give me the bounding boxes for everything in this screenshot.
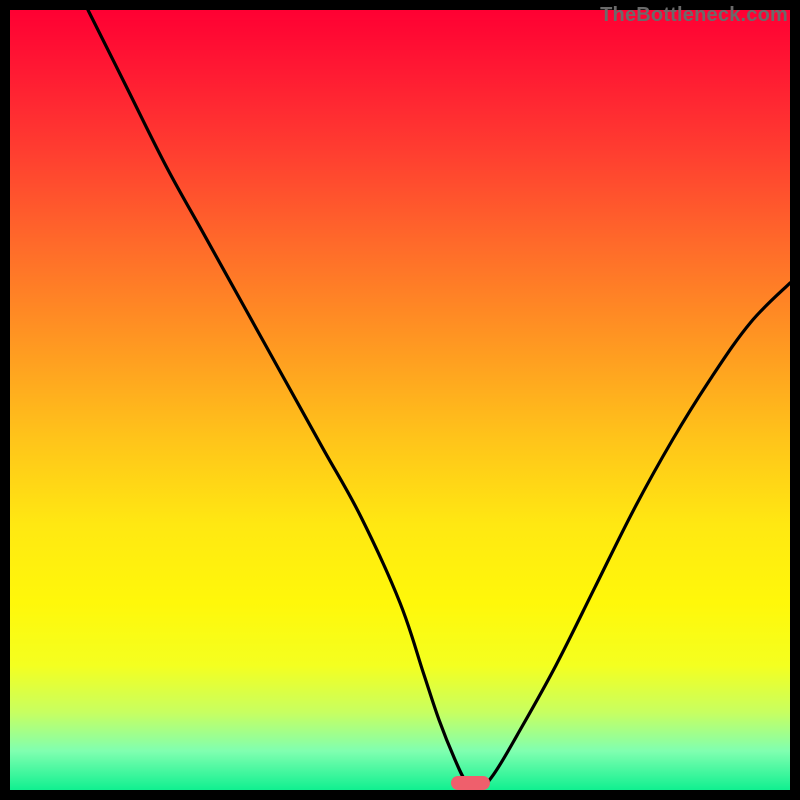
- watermark-text: TheBottleneck.com: [600, 4, 788, 27]
- plot-area: [10, 10, 790, 790]
- bottleneck-curve: [10, 10, 790, 790]
- optimum-marker: [451, 776, 490, 790]
- chart-frame: TheBottleneck.com: [0, 0, 800, 800]
